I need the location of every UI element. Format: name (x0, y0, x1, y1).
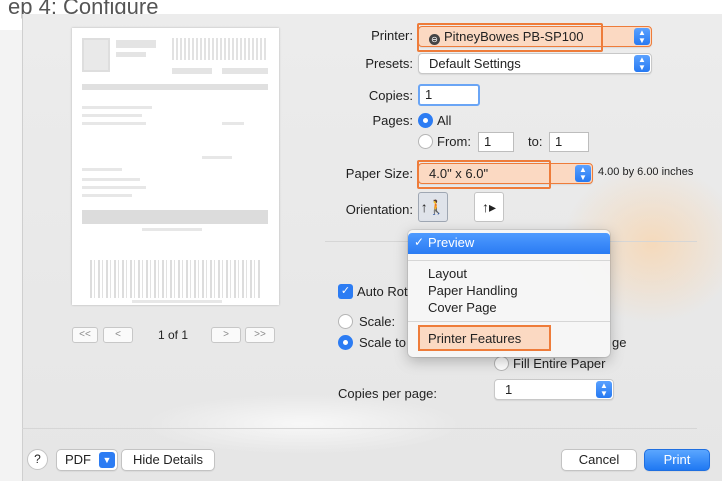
preview-page (72, 28, 279, 305)
page-indicator: 1 of 1 (158, 328, 189, 342)
chevron-down-icon: ▼ (99, 452, 115, 468)
pages-to-label: to: (528, 134, 543, 149)
portrait-icon: ↑🚶 (420, 199, 446, 215)
landscape-icon: ↑▸ (481, 199, 497, 215)
presets-select[interactable]: Default Settings ▲ ▼ (418, 53, 652, 74)
portrait-orientation-button[interactable]: ↑🚶 (418, 192, 448, 222)
pages-from-field[interactable]: 1 (478, 132, 514, 152)
chevron-updown-icon: ▲ ▼ (634, 55, 650, 72)
printer-highlight (417, 23, 603, 52)
menu-item-layout[interactable]: Layout (428, 266, 467, 281)
pages-from-radio[interactable] (418, 134, 433, 149)
scale-radio[interactable] (338, 314, 353, 329)
copies-label: Copies: (368, 88, 413, 103)
pages-label: Pages: (372, 113, 413, 128)
scale-to-fit-suffix: ge (612, 335, 627, 350)
orientation-label: Orientation: (345, 202, 413, 217)
auto-rotate-checkbox[interactable]: ✓ (338, 284, 353, 299)
scale-label: Scale: (359, 314, 396, 329)
menu-item-preview[interactable]: ✓ Preview (408, 233, 610, 254)
menu-item-paper-handling[interactable]: Paper Handling (428, 283, 518, 298)
auto-rotate-label: Auto Rot (357, 284, 408, 299)
menu-item-preview-label: Preview (428, 235, 475, 250)
copies-per-page-label: Copies per page: (338, 386, 438, 401)
scale-to-fit-label: Scale to (359, 335, 406, 350)
section-menu: ✓ Preview Layout Paper Handling Cover Pa… (408, 230, 610, 357)
menu-item-printer-features[interactable]: Printer Features (418, 325, 551, 351)
printer-label: Printer: (371, 28, 413, 43)
label-logo (82, 38, 110, 72)
scale-to-fit-radio[interactable] (338, 335, 353, 350)
paper-size-description: 4.00 by 6.00 inches (598, 166, 694, 178)
paper-size-highlight (417, 160, 551, 189)
pdf-menu-button[interactable]: PDF ▼ (56, 449, 118, 471)
hide-details-button[interactable]: Hide Details (121, 449, 215, 471)
previous-page-button[interactable]: < (103, 327, 133, 343)
paper-size-label: Paper Size: (345, 166, 413, 181)
menu-item-printer-features-label: Printer Features (428, 331, 522, 346)
last-page-button[interactable]: >> (245, 327, 275, 343)
print-button[interactable]: Print (644, 449, 710, 471)
checkmark-icon: ✓ (414, 235, 425, 249)
pages-to-field[interactable]: 1 (549, 132, 589, 152)
pages-from-label: From: (437, 134, 471, 149)
chevron-updown-icon: ▲ ▼ (596, 381, 612, 398)
chevron-updown-icon: ▲ ▼ (575, 165, 591, 182)
presets-label: Presets: (365, 56, 413, 71)
pdf-label: PDF (65, 452, 91, 467)
pages-all-radio[interactable] (418, 113, 433, 128)
fill-entire-paper-label: Fill Entire Paper (513, 356, 606, 371)
copies-per-page-value: 1 (505, 382, 513, 397)
label-barcode (90, 260, 260, 298)
landscape-orientation-button[interactable]: ↑▸ (474, 192, 504, 222)
menu-item-cover-page[interactable]: Cover Page (428, 300, 497, 315)
cancel-button[interactable]: Cancel (561, 449, 637, 471)
pages-all-label: All (437, 113, 452, 128)
help-button[interactable]: ? (27, 449, 48, 470)
fill-entire-paper-radio[interactable] (494, 356, 509, 371)
copies-field[interactable]: 1 (418, 84, 480, 106)
presets-value: Default Settings (429, 56, 521, 71)
next-page-button[interactable]: > (211, 327, 241, 343)
first-page-button[interactable]: << (72, 327, 98, 343)
copies-per-page-select[interactable]: 1 ▲ ▼ (494, 379, 614, 400)
chevron-updown-icon: ▲ ▼ (634, 28, 650, 45)
